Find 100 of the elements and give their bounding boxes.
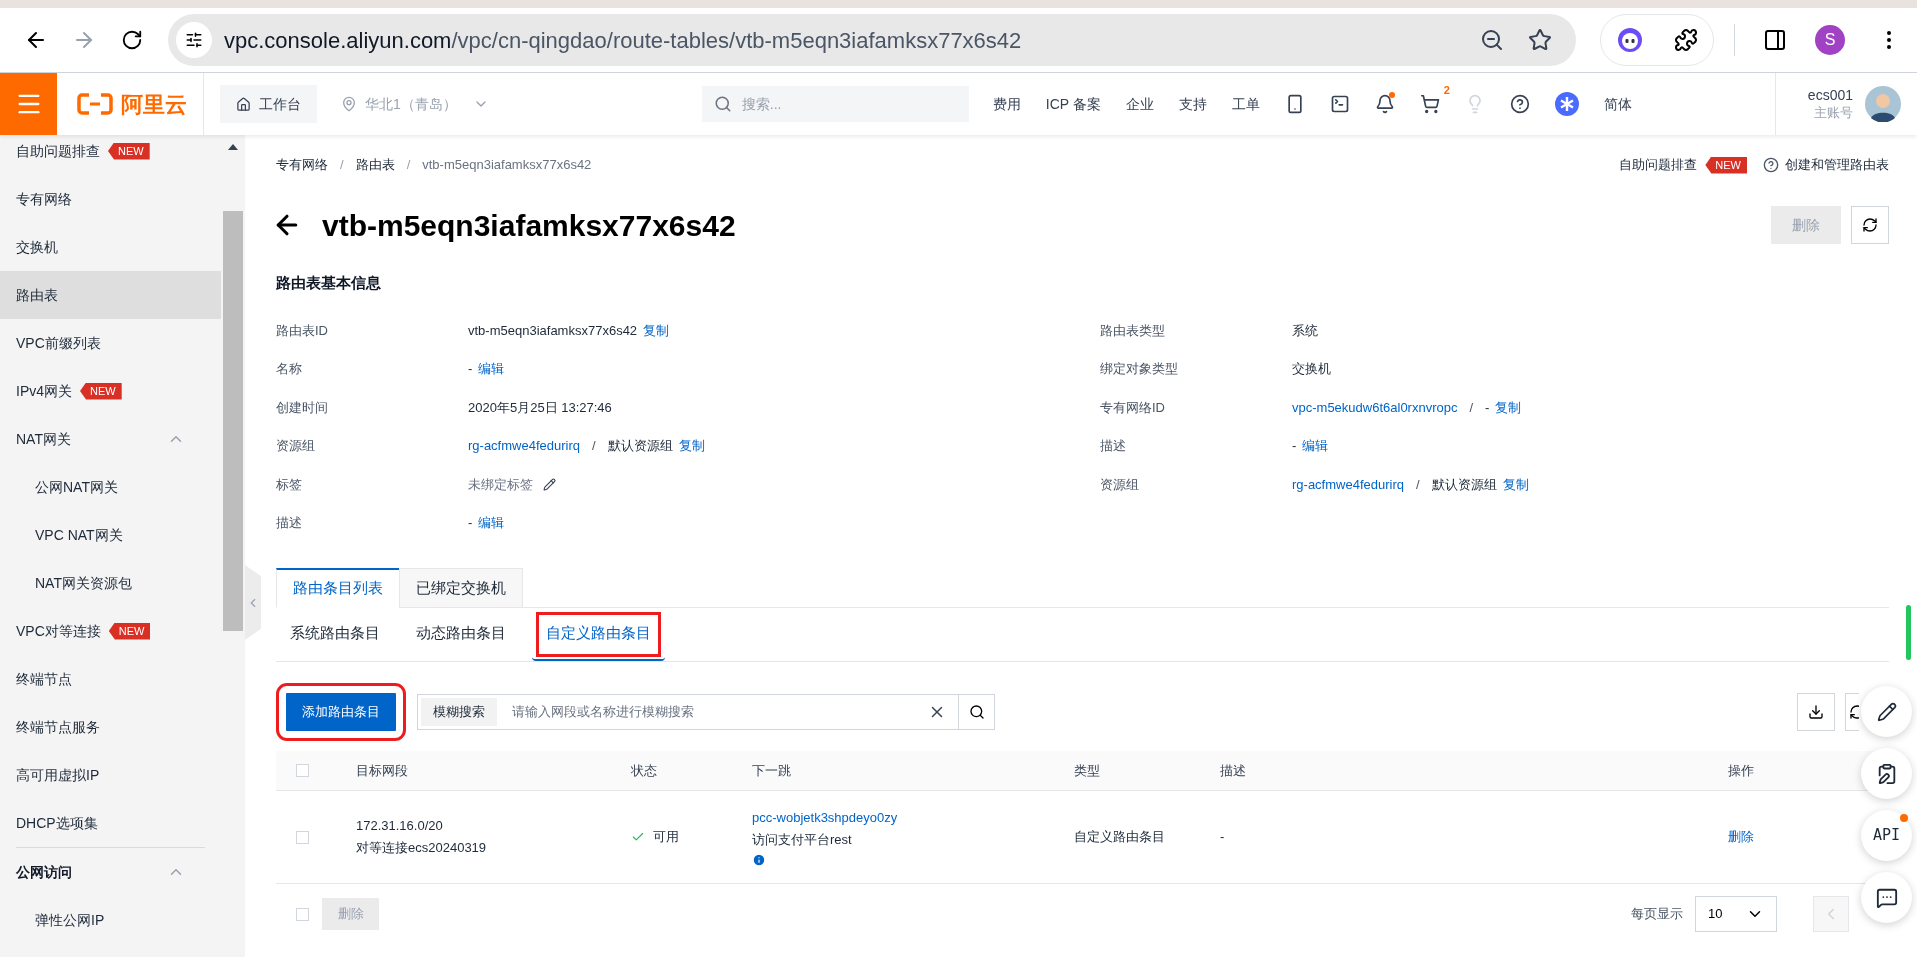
help-icon[interactable] [1509,94,1530,114]
table-cell-text: 对等连接ecs20240319 [356,839,488,857]
sidebar-item[interactable]: 弹性公网IP [0,896,221,944]
download-button[interactable] [1797,693,1835,731]
info-value: 交换机 [1292,360,1331,378]
info-label: 描述 [1100,437,1127,455]
info-link[interactable]: 复制 [1502,474,1529,494]
status-text: 可用 [653,828,679,847]
sidebar-item[interactable]: 高可用虚拟IP [0,751,221,799]
breadcrumb-link[interactable]: 专有网络 [276,155,328,175]
sidebar-item[interactable]: 专有网络 [0,175,221,223]
tab[interactable]: 已绑定交换机 [399,568,523,608]
info-label: 描述 [276,514,303,532]
sidebar-item[interactable]: VPC NAT网关 [0,511,221,559]
column-header: 状态 [631,761,658,780]
sub-tab[interactable]: 动态路由条目 [402,608,520,661]
info-link[interactable]: 编辑 [478,359,505,379]
side-panel-icon[interactable] [1763,28,1787,52]
info-link[interactable]: 编辑 [1302,436,1329,456]
sidebar-item[interactable]: DHCP选项集 [0,799,221,847]
info-link[interactable]: rg-acfmwe4fedurirq [1292,474,1404,494]
sidebar-scrollbar-thumb[interactable] [223,211,243,631]
bookmark-star-icon[interactable] [1528,28,1552,52]
sidebar-item[interactable]: VPC前缀列表 [0,319,221,367]
sub-tab[interactable]: 系统路由条目 [276,608,394,661]
info-value: - [1485,398,1490,417]
address-bar[interactable]: vpc.console.aliyun.com/vpc/cn-qingdao/route-tables/vtb-m5eqn3iafamksx77x6s42 [168,14,1576,66]
delete-link[interactable]: 删除 [1728,829,1754,845]
next-hop-link[interactable]: pcc-wobjetk3shpdeyo0zy [752,807,898,829]
search-field[interactable]: 搜索... [701,86,969,122]
info-label: 路由表ID [276,321,329,340]
info-link[interactable]: 复制 [1495,397,1522,417]
sidebar-item[interactable]: VPC对等连接 NEW [0,607,221,655]
info-value: 未绑定标签 [468,475,533,494]
info-link[interactable]: vpc-m5ekudw6t6al0rxnvropc [1292,397,1458,417]
sidebar-item[interactable]: NAT网关 [0,415,221,463]
api-label: API [1872,825,1901,847]
refresh-icon [1849,704,1859,720]
sidebar-section[interactable]: 公网访问 [0,848,221,896]
separator: / [592,437,596,455]
guide-link[interactable]: 创建和管理路由表 [1785,155,1889,175]
language-link[interactable]: 简体 [1603,93,1632,115]
extension-icon[interactable] [1673,28,1698,52]
sidebar-item[interactable]: NAT网关资源包 [0,559,221,607]
checkbox[interactable] [296,764,309,777]
page-size-select[interactable]: 10 [1695,896,1777,932]
add-route-button[interactable]: 添加路由条目 [286,693,396,731]
sidebar-item[interactable]: 公网NAT网关 [0,463,221,511]
menu-button[interactable] [0,73,57,135]
download-icon [1808,704,1824,720]
site-settings-button[interactable] [176,22,212,58]
user-avatar[interactable] [1865,86,1901,122]
sidebar-item[interactable]: 终端节点服务 [0,703,221,751]
sidebar-item[interactable]: IPv4网关 NEW [0,367,221,415]
zoom-icon[interactable] [1480,28,1504,52]
sidebar-item[interactable]: 终端节点 [0,655,221,703]
terminal-icon[interactable] [1329,94,1350,114]
troubleshoot-link[interactable]: 自助问题排查 [1619,155,1698,175]
new-badge: NEW [1705,156,1747,174]
page-size-label: 每页显示 [1631,905,1683,924]
sub-tab[interactable]: 自定义路由条目 [532,608,665,661]
cart-count: 2 [1443,83,1450,98]
info-link[interactable]: 复制 [678,436,705,456]
page-scrollbar-thumb[interactable] [1906,605,1911,660]
info-value: - [468,360,473,378]
edit-icon [1876,701,1897,722]
search-type-label[interactable]: 模糊搜索 [421,698,497,726]
header-link[interactable]: ICP 备案 [1045,93,1101,115]
header-link[interactable]: 费用 [992,93,1021,115]
search-icon [968,704,985,720]
table-cell-text: 访问支付平台rest [752,831,852,849]
check-icon [631,830,645,844]
section-heading: 路由表基本信息 [276,272,382,293]
user-name[interactable]: ecs001 [1807,87,1853,105]
route-search-field[interactable]: 请输入网段或名称进行模糊搜索 [500,695,928,729]
header-link[interactable]: 工单 [1231,93,1260,115]
info-icon[interactable] [752,853,766,867]
bell-icon[interactable] [1374,94,1395,114]
user-role: 主账号 [1814,104,1853,121]
refresh-icon [1862,217,1878,233]
checkbox[interactable] [296,830,309,844]
bot-face-icon[interactable] [1616,27,1643,53]
search-bar[interactable]: 模糊搜索 请输入网段或名称进行模糊搜索 [417,694,995,730]
header-link[interactable]: 支持 [1178,93,1207,115]
breadcrumb-link[interactable]: 路由表 [355,155,395,175]
info-link[interactable]: 编辑 [478,513,505,533]
sidebar-item[interactable]: 交换机 [0,223,221,271]
info-link[interactable]: rg-acfmwe4fedurirq [468,436,580,456]
checkbox[interactable] [296,907,309,921]
tab[interactable]: 路由条目列表 [276,568,400,608]
workbench-button[interactable]: 工作台 [220,85,317,123]
sidebar-item[interactable]: 路由表 [0,271,221,319]
profile-avatar[interactable]: S [1815,25,1845,55]
sidebar-item[interactable]: 自助问题排查 NEW [0,135,221,175]
star-logo-icon[interactable] [1554,92,1579,116]
header-link[interactable]: 企业 [1125,93,1154,115]
scroll-up-arrow-icon[interactable] [228,144,238,150]
info-link[interactable]: 复制 [643,320,670,340]
refresh-button[interactable] [1851,206,1889,244]
edit-icon[interactable] [543,477,556,491]
